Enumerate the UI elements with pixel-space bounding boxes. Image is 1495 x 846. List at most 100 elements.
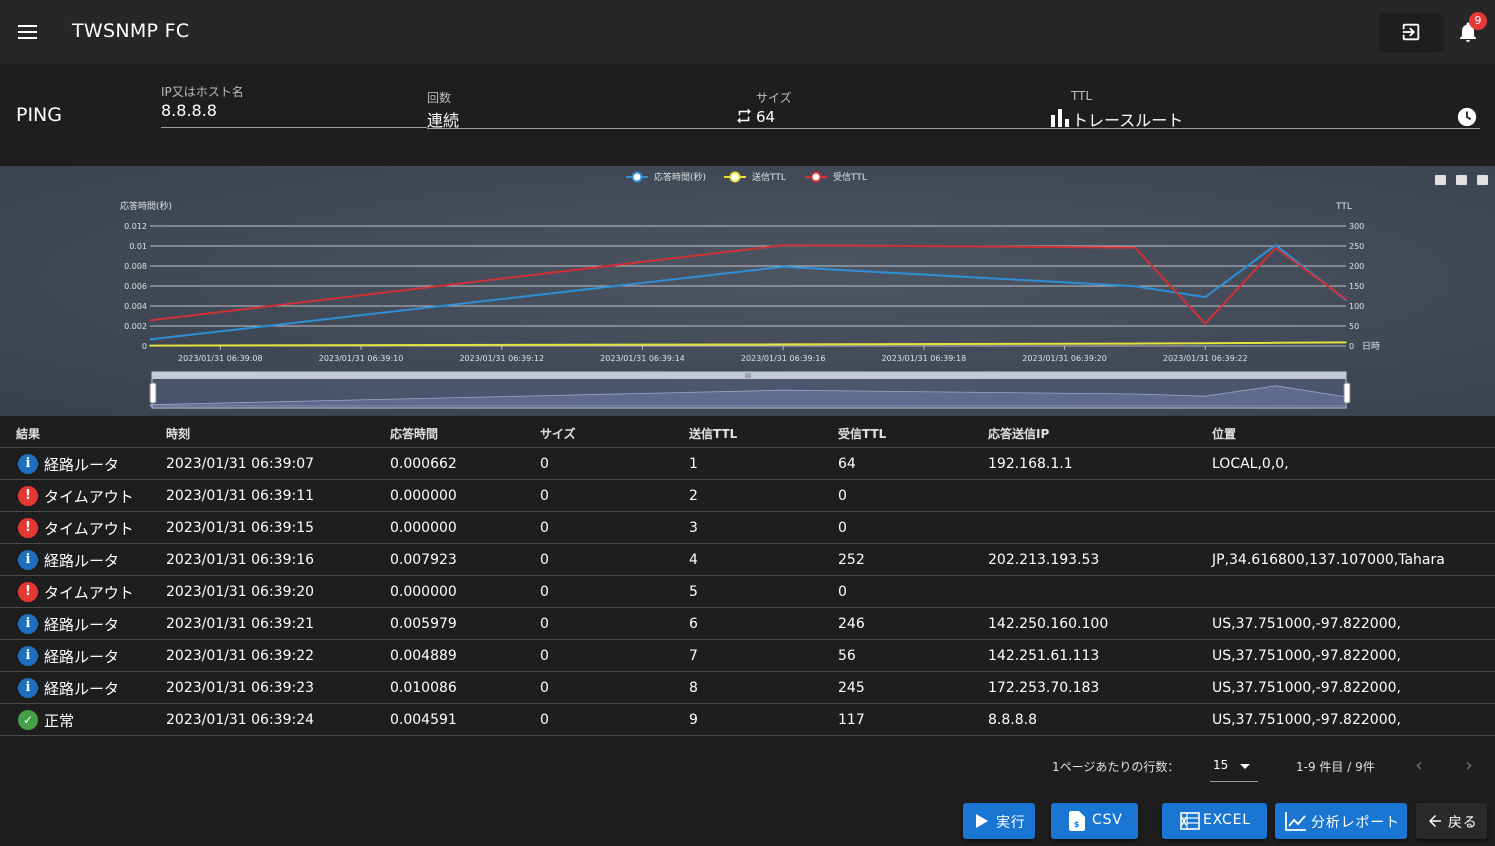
legend-marker xyxy=(810,171,822,183)
table-row[interactable]: i 経路ルータ 2023/01/31 06:39:23 0.010086 0 8 245 17… xyxy=(0,672,1495,704)
x-tick-label: 2023/01/31 06:39:16 xyxy=(741,354,826,363)
data-point xyxy=(1134,285,1136,288)
info-icon: i xyxy=(18,646,38,666)
error-icon: ! xyxy=(18,486,38,506)
col-size[interactable]: サイズ xyxy=(540,425,576,442)
col-send-ttl[interactable]: 送信TTL xyxy=(689,425,737,442)
data-point xyxy=(149,344,151,347)
col-time[interactable]: 時刻 xyxy=(166,425,190,442)
excel-button[interactable]: EXCEL xyxy=(1162,803,1267,839)
cell-send-ttl: 2 xyxy=(689,488,698,504)
host-field[interactable]: IP又はホスト名 8.8.8.8 xyxy=(161,83,427,129)
size-label: サイズ xyxy=(756,91,792,105)
size-field[interactable]: サイズ 64 xyxy=(735,89,1050,129)
y-right-tick-label: 300 xyxy=(1349,222,1364,231)
cell-recv-ttl: 0 xyxy=(838,520,847,536)
cell-result: タイムアウト xyxy=(44,584,134,602)
info-icon: i xyxy=(18,454,38,474)
rows-per-page-label: 1ページあたりの行数： xyxy=(1052,760,1180,774)
data-point xyxy=(1345,341,1347,344)
cell-send-ttl: 3 xyxy=(689,520,698,536)
cell-rtt: 0.005979 xyxy=(390,616,457,632)
file-icon: $ xyxy=(1069,811,1085,831)
x-tick-label: 2023/01/31 06:39:18 xyxy=(882,354,967,363)
ping-chart: 0 0.002 0.004 0.006 0.008 0.01 0.012 0 50 100 150 2… xyxy=(0,166,1495,416)
cell-location: JP,34.616800,137.107000,Tahara xyxy=(1212,552,1445,568)
arrow-left-icon xyxy=(1429,815,1441,827)
play-icon xyxy=(976,814,988,828)
table-row[interactable]: i 経路ルータ 2023/01/31 06:39:21 0.005979 0 6 246 14… xyxy=(0,608,1495,640)
x-axis-label: 日時 xyxy=(1362,341,1380,352)
col-location[interactable]: 位置 xyxy=(1212,425,1236,442)
notification-badge: 9 xyxy=(1469,12,1487,30)
cell-result: 経路ルータ xyxy=(44,648,120,666)
cell-time: 2023/01/31 06:39:22 xyxy=(166,648,315,664)
cell-location: LOCAL,0,0, xyxy=(1212,456,1289,472)
y-right-axis-label: TTL xyxy=(1335,202,1352,212)
chevron-down-icon xyxy=(1240,764,1250,769)
table-row[interactable]: i 経路ルータ 2023/01/31 06:39:22 0.004889 0 7 56 142… xyxy=(0,640,1495,672)
clock-icon[interactable] xyxy=(1456,106,1478,132)
cell-size: 0 xyxy=(540,456,549,472)
x-tick-label: 2023/01/31 06:39:22 xyxy=(1163,354,1248,363)
cell-recv-ttl: 0 xyxy=(838,488,847,504)
rows-per-page-value: 15 xyxy=(1213,758,1229,772)
data-point xyxy=(782,265,784,268)
col-rtt[interactable]: 応答時間 xyxy=(390,425,438,442)
back-button[interactable]: 戻る xyxy=(1416,803,1487,839)
csv-button[interactable]: $ CSV xyxy=(1051,803,1138,839)
y-left-tick-label: 0.012 xyxy=(124,222,147,231)
table-row[interactable]: i 経路ルータ 2023/01/31 06:39:07 0.000662 0 1 64 192… xyxy=(0,448,1495,480)
zoom-icon[interactable] xyxy=(1435,175,1446,185)
cell-time: 2023/01/31 06:39:15 xyxy=(166,520,315,536)
x-tick-label: 2023/01/31 06:39:10 xyxy=(319,354,404,363)
col-ip[interactable]: 応答送信IP xyxy=(988,425,1049,442)
table-row[interactable]: ! タイムアウト 2023/01/31 06:39:20 0.000000 0 5 0 xyxy=(0,576,1495,608)
ttl-select[interactable]: TTL トレースルート xyxy=(1050,89,1480,130)
cell-size: 0 xyxy=(540,488,549,504)
count-select[interactable]: 回数 連続 xyxy=(427,89,737,130)
legend-marker xyxy=(631,171,643,183)
error-icon: ! xyxy=(18,582,38,602)
prev-page-button[interactable]: ‹ xyxy=(1409,756,1429,776)
save-image-icon[interactable] xyxy=(1477,175,1488,185)
host-label: IP又はホスト名 xyxy=(161,85,244,99)
y-left-tick-label: 0 xyxy=(142,342,147,351)
cell-recv-ttl: 0 xyxy=(838,584,847,600)
restore-icon[interactable] xyxy=(1456,175,1467,185)
col-result[interactable]: 結果 xyxy=(16,425,40,442)
cell-size: 0 xyxy=(540,680,549,696)
next-page-button[interactable]: › xyxy=(1459,756,1479,776)
table-row[interactable]: ✓ 正常 2023/01/31 06:39:24 0.004591 0 9 117 8.8.8… xyxy=(0,704,1495,736)
cell-rtt: 0.010086 xyxy=(390,680,457,696)
col-recv-ttl[interactable]: 受信TTL xyxy=(838,425,886,442)
datazoom-handle-right[interactable] xyxy=(1343,382,1351,404)
data-point xyxy=(1134,246,1136,249)
legend-marker xyxy=(729,171,741,183)
cell-send-ttl: 1 xyxy=(689,456,698,472)
y-right-tick-label: 250 xyxy=(1349,242,1364,251)
cell-rtt: 0.000000 xyxy=(390,584,457,600)
table-row[interactable]: i 経路ルータ 2023/01/31 06:39:16 0.007923 0 4 252 20… xyxy=(0,544,1495,576)
cell-rtt: 0.004591 xyxy=(390,712,457,728)
table-row[interactable]: ! タイムアウト 2023/01/31 06:39:15 0.000000 0 3 0 xyxy=(0,512,1495,544)
run-button[interactable]: 実行 xyxy=(963,803,1035,839)
check-icon: ✓ xyxy=(18,710,38,730)
table-row[interactable]: ! タイムアウト 2023/01/31 06:39:11 0.000000 0 2 0 xyxy=(0,480,1495,512)
cell-location: US,37.751000,-97.822000, xyxy=(1212,616,1401,632)
rows-per-page-select[interactable]: 15 xyxy=(1210,750,1258,782)
logout-icon xyxy=(1402,23,1420,41)
cell-recv-ttl: 252 xyxy=(838,552,865,568)
data-point xyxy=(782,244,784,246)
data-point xyxy=(149,319,151,322)
info-icon: i xyxy=(18,614,38,634)
logout-button[interactable] xyxy=(1380,14,1442,50)
y-left-tick-label: 0.004 xyxy=(124,302,147,311)
datazoom-handle-left[interactable] xyxy=(149,382,157,404)
host-input[interactable]: 8.8.8.8 xyxy=(161,101,217,120)
cell-size: 0 xyxy=(540,584,549,600)
cell-send-ttl: 7 xyxy=(689,648,698,664)
report-button[interactable]: 分析レポート xyxy=(1275,803,1407,839)
cell-recv-ttl: 245 xyxy=(838,680,865,696)
menu-icon[interactable] xyxy=(14,18,42,46)
